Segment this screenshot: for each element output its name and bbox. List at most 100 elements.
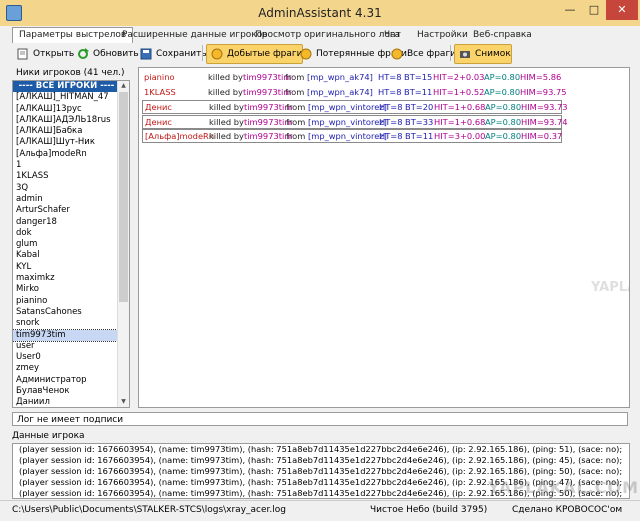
player-list-item[interactable]: 1KLASS (13, 171, 117, 182)
log-victim: [Альфа]modeRn (145, 131, 215, 141)
log-ht: HT=8 (379, 102, 403, 112)
player-list-item[interactable]: maximkz (13, 273, 117, 284)
player-list-item[interactable]: danger18 (13, 217, 117, 228)
log-row[interactable]: pianino killed by tim9973tim from [mp_wpn_ak… (142, 71, 562, 83)
tab-extended-player-data[interactable]: Расширенные данные игроков (122, 28, 268, 42)
log-killed: killed by (209, 116, 244, 127)
toolbar-separator (450, 45, 451, 61)
player-list-item[interactable]: ---- ВСЕ ИГРОКИ ---- (13, 81, 117, 93)
log-signature-status: Лог не имеет подписи (12, 412, 628, 426)
player-list-item[interactable]: SatansCahones (13, 307, 117, 318)
refresh-button[interactable]: Обновить (72, 44, 140, 64)
save-icon (140, 48, 152, 60)
coin-icon (391, 48, 403, 60)
tab-chat[interactable]: Чат (384, 28, 401, 42)
players-list-items: ---- ВСЕ ИГРОКИ ---- [АЛКАШ]_HITMAN_47 [АЛ… (13, 81, 118, 407)
player-list-item[interactable]: 1 (13, 160, 117, 171)
player-data-line: (player session id: 1676603954), (name: … (19, 455, 623, 465)
log-victim: 1KLASS (144, 86, 176, 97)
player-list-item[interactable]: pianino (13, 296, 117, 307)
title-bar: AdminAssistant 4.31 — □ ✕ (0, 0, 640, 27)
player-list-item[interactable]: admin (13, 194, 117, 205)
tab-shot-params[interactable]: Параметры выстрелов (12, 27, 134, 43)
player-list-item[interactable]: БулавЧенок (13, 386, 117, 397)
log-row[interactable]: Денис killed by tim9973tim from [mp_wpn_vint… (142, 114, 568, 129)
log-hit: HIT=1+0.68 (434, 116, 486, 127)
snapshot-button[interactable]: Снимок (454, 44, 512, 64)
log-row[interactable]: [Альфа]modeRn killed by tim9973tim from [mp_… (142, 129, 562, 143)
log-from: from (285, 72, 305, 82)
log-hit: HIT=1+0.68 (434, 102, 486, 112)
log-victim: Денис (145, 116, 172, 127)
log-row[interactable]: 1KLASS killed by tim9973tim from [mp_wpn_ak7… (142, 86, 567, 98)
log-him: HIM=93.74 (521, 116, 568, 127)
toolbar-separator (202, 45, 203, 61)
frags-log[interactable]: YAPLAKAL.COM pianinokilled bytim9973timf… (138, 67, 630, 408)
log-ht: HT=8 (378, 86, 402, 97)
log-hit: HIT=2+0.03 (433, 72, 485, 82)
player-list-item[interactable]: Даниил (13, 397, 117, 407)
close-button[interactable]: ✕ (606, 0, 638, 20)
player-list-item[interactable]: ArturSchafer (13, 205, 117, 216)
main-tabs: Параметры выстрелов Расширенные данные и… (0, 26, 640, 43)
player-list-item[interactable]: User0 (13, 352, 117, 363)
scroll-up-icon[interactable]: ▲ (118, 81, 129, 91)
log-killed: killed by (208, 72, 243, 82)
watermark: YAPLAKAL.COM (488, 478, 640, 497)
player-list-item[interactable]: dok (13, 228, 117, 239)
player-list-item[interactable]: [АЛКАШ]Шут-Ник (13, 137, 117, 148)
log-victim: Денис (145, 102, 172, 112)
coin-icon (211, 48, 223, 60)
log-ap: AP=0.80 (484, 72, 521, 82)
got-frags-button[interactable]: Добытые фраги (206, 44, 304, 64)
log-bt: BT=20 (405, 102, 434, 112)
player-list-item[interactable]: snork (13, 318, 117, 329)
player-list-item[interactable]: 3Q (13, 183, 117, 194)
player-data-line: (player session id: 1676603954), (name: … (19, 466, 623, 476)
open-file-icon (17, 48, 29, 60)
log-bt: BT=33 (405, 116, 434, 127)
players-scrollbar[interactable]: ▲ ▼ (117, 81, 129, 407)
log-victim: pianino (144, 72, 175, 82)
player-list-item[interactable]: KYL (13, 262, 117, 273)
player-list-item[interactable]: zmey (13, 363, 117, 374)
scroll-thumb[interactable] (119, 92, 128, 302)
player-list-item[interactable]: glum (13, 239, 117, 250)
log-bt: BT=11 (404, 86, 433, 97)
player-data-label: Данные игрока (12, 431, 85, 441)
log-killed: killed by (209, 102, 244, 112)
log-from: from (285, 86, 305, 97)
players-count-label: Ники игроков (41 чел.) (16, 68, 125, 78)
toolbar: Открыть Обновить Сохранить Добытые фраги… (10, 42, 630, 64)
player-list-item[interactable]: user (13, 341, 117, 352)
log-bt: BT=15 (404, 72, 433, 82)
player-list-item[interactable]: [АЛКАШ]13рус (13, 104, 117, 115)
player-list-item[interactable]: [АЛКАШ]Бабка (13, 126, 117, 137)
log-row[interactable]: Денис killed by tim9973tim from [mp_wpn_vint… (142, 100, 568, 114)
minimize-button[interactable]: — (558, 0, 582, 20)
save-button[interactable]: Сохранить (135, 44, 208, 64)
log-from: from (286, 102, 306, 112)
log-ht: HT=8 (379, 131, 403, 141)
tab-original-log[interactable]: Просмотр оригинального лога (255, 28, 400, 42)
players-list[interactable]: ---- ВСЕ ИГРОКИ ---- [АЛКАШ]_HITMAN_47 [АЛ… (12, 80, 130, 408)
player-list-item[interactable]: [АЛКАШ]_HITMAN_47 (13, 92, 117, 103)
window-title: AdminAssistant 4.31 (258, 6, 382, 20)
scroll-down-icon[interactable]: ▼ (118, 397, 129, 407)
log-killed: killed by (209, 131, 244, 141)
player-list-item[interactable]: Kabal (13, 250, 117, 261)
log-weapon: [mp_wpn_vintorez] (308, 102, 387, 112)
log-him: HIM=93.75 (520, 86, 567, 97)
tab-web-help[interactable]: Веб-справка (473, 28, 532, 42)
player-list-item[interactable]: tim9973tim (13, 328, 118, 342)
player-list-item[interactable]: Mirko (13, 284, 117, 295)
log-from: from (286, 131, 306, 141)
player-list-item[interactable]: Администратор (13, 375, 117, 386)
player-list-item[interactable]: [АЛКАШ]АДЭЛЬ18rus (13, 115, 117, 126)
all-frags-button[interactable]: Все фраги (386, 44, 457, 64)
open-button[interactable]: Открыть (12, 44, 75, 64)
tab-settings[interactable]: Настройки (417, 28, 468, 42)
player-list-item[interactable]: [Альфа]modeRn (13, 149, 117, 160)
maximize-button[interactable]: □ (582, 0, 606, 20)
log-him: HIM=5.86 (520, 72, 562, 82)
